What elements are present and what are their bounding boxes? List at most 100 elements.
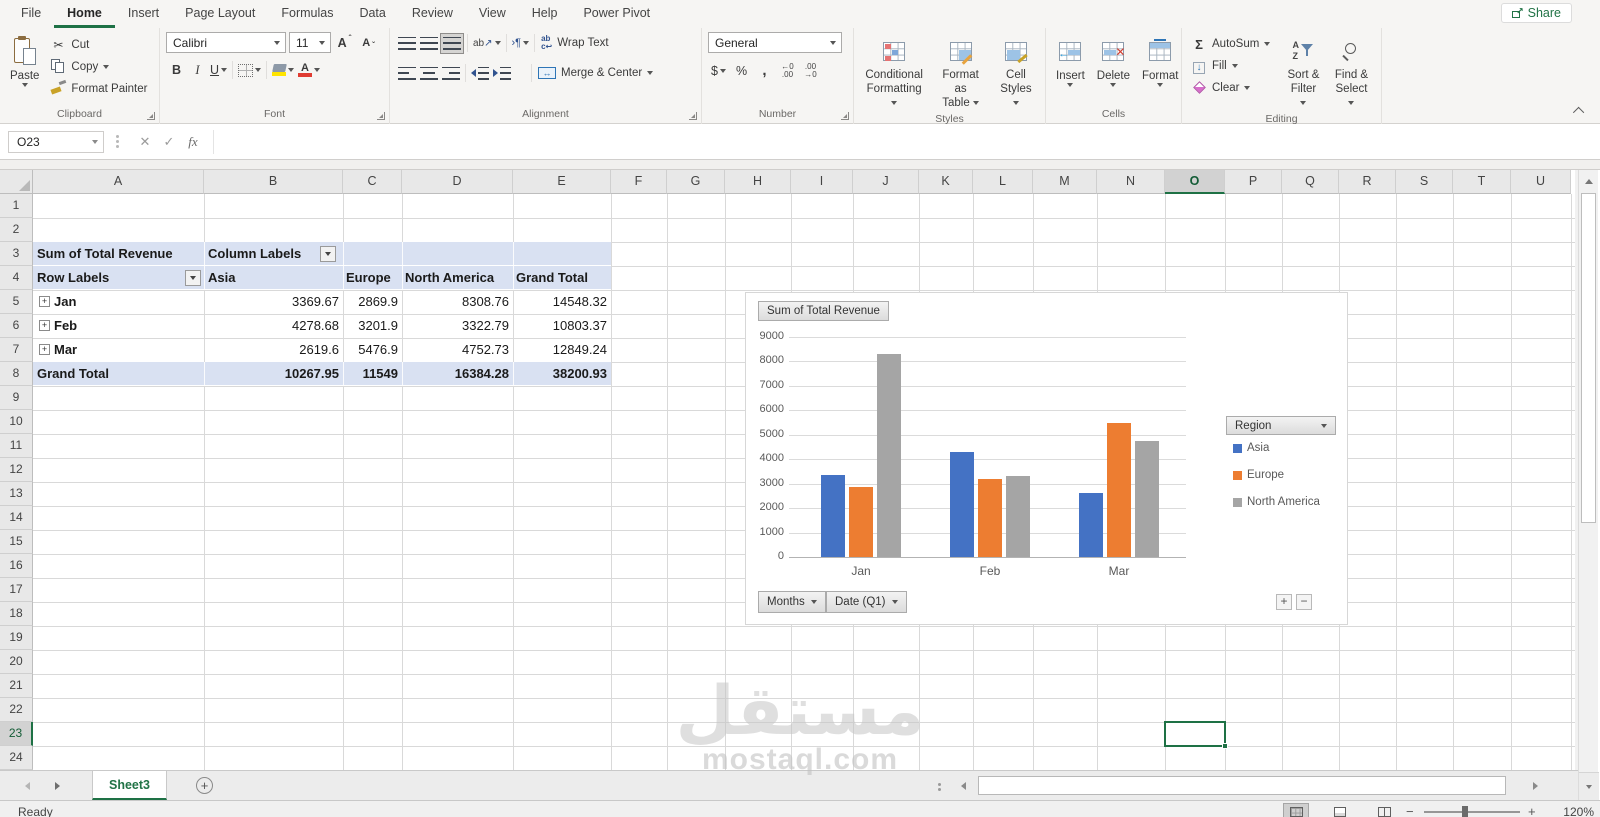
insert-cells-button[interactable]: ← Insert (1052, 32, 1089, 107)
next-sheet-button[interactable] (44, 771, 70, 801)
cut-button[interactable]: ✂ Cut (47, 34, 150, 56)
find-select-button[interactable]: Find & Select (1328, 32, 1375, 112)
ribbon-tab-view[interactable]: View (466, 0, 519, 28)
normal-view-button[interactable] (1283, 803, 1309, 817)
row-header-7[interactable]: 7 (0, 338, 33, 362)
increase-indent-button[interactable] (491, 63, 513, 84)
pivot-column-header[interactable]: Europe (346, 266, 391, 290)
column-header-c[interactable]: C (343, 170, 402, 194)
row-header-12[interactable]: 12 (0, 458, 33, 482)
tab-scrollbar-splitter[interactable] (938, 783, 941, 786)
zoom-slider-track[interactable] (1424, 811, 1520, 813)
cell-styles-button[interactable]: Cell Styles (993, 32, 1039, 112)
ribbon-tab-formulas[interactable]: Formulas (268, 0, 346, 28)
row-header-19[interactable]: 19 (0, 626, 33, 650)
pivot-value-cell[interactable]: 4752.73 (404, 338, 509, 362)
column-header-i[interactable]: I (791, 170, 853, 194)
insert-function-button[interactable]: fx (181, 134, 205, 150)
column-header-l[interactable]: L (973, 170, 1033, 194)
column-header-g[interactable]: G (667, 170, 725, 194)
fill-color-button[interactable] (270, 60, 296, 81)
pivot-value-cell[interactable]: 14548.32 (515, 290, 607, 314)
pivot-row-label[interactable]: Feb (54, 314, 77, 338)
hscroll-right-arrow[interactable] (1522, 771, 1548, 801)
row-header-23[interactable]: 23 (0, 722, 33, 746)
column-header-f[interactable]: F (611, 170, 667, 194)
ribbon-tab-home[interactable]: Home (54, 0, 115, 28)
accounting-format-button[interactable]: $ (708, 60, 729, 81)
align-left-button[interactable] (396, 63, 418, 84)
pivot-value-field-cell[interactable]: Sum of Total Revenue (37, 242, 173, 266)
text-direction-button[interactable]: ›¶ (510, 33, 532, 54)
expand-button[interactable]: + (39, 344, 50, 355)
row-header-22[interactable]: 22 (0, 698, 33, 722)
expand-button[interactable]: + (39, 320, 50, 331)
pivot-column-header[interactable]: Asia (208, 266, 235, 290)
column-header-n[interactable]: N (1097, 170, 1165, 194)
sheet-tab-sheet3[interactable]: Sheet3 (92, 771, 167, 800)
pivot-row-label[interactable]: Jan (54, 290, 76, 314)
ribbon-tab-page-layout[interactable]: Page Layout (172, 0, 268, 28)
pivot-grand-total-value[interactable]: 38200.93 (515, 362, 607, 386)
font-dialog-launcher[interactable] (377, 112, 385, 120)
pivot-row-label[interactable]: Mar (54, 338, 77, 362)
decrease-decimal-button[interactable]: .00 →0 (800, 60, 821, 81)
sort-filter-button[interactable]: AZ Sort & Filter (1283, 32, 1324, 112)
chart-axis-field-button-months[interactable]: Months (758, 591, 826, 613)
row-header-10[interactable]: 10 (0, 410, 33, 434)
increase-font-size-button[interactable]: Aˆ (334, 32, 355, 53)
borders-button[interactable] (236, 60, 263, 81)
pivot-value-cell[interactable]: 12849.24 (515, 338, 607, 362)
zoom-in-button[interactable]: + (1528, 804, 1536, 817)
pivot-column-labels-cell[interactable]: Column Labels (208, 242, 301, 266)
font-name-combo[interactable]: Calibri (166, 32, 286, 53)
row-header-15[interactable]: 15 (0, 530, 33, 554)
chart-expand-button[interactable]: + (1276, 594, 1292, 610)
row-header-13[interactable]: 13 (0, 482, 33, 506)
column-header-d[interactable]: D (402, 170, 513, 194)
hscroll-left-arrow[interactable] (950, 771, 976, 801)
align-center-button[interactable] (418, 63, 440, 84)
row-header-18[interactable]: 18 (0, 602, 33, 626)
number-dialog-launcher[interactable] (841, 112, 849, 120)
formula-input[interactable] (213, 129, 1594, 154)
pivot-column-header[interactable]: Grand Total (516, 266, 588, 290)
fill-handle[interactable] (1222, 743, 1228, 749)
clipboard-dialog-launcher[interactable] (147, 112, 155, 120)
select-all-corner[interactable] (0, 170, 33, 194)
italic-button[interactable]: I (187, 60, 208, 81)
row-header-5[interactable]: 5 (0, 290, 33, 314)
fill-button[interactable]: ↓ Fill (1188, 55, 1279, 77)
row-header-1[interactable]: 1 (0, 194, 33, 218)
chart-legend-field-button[interactable]: Region (1226, 416, 1336, 435)
zoom-level[interactable]: 120% (1548, 805, 1594, 817)
pivot-value-cell[interactable]: 2619.6 (206, 338, 339, 362)
column-header-k[interactable]: K (919, 170, 973, 194)
previous-sheet-button[interactable] (14, 771, 40, 801)
pivot-value-cell[interactable]: 2869.9 (345, 290, 398, 314)
delete-cells-button[interactable]: ✕ Delete (1093, 32, 1134, 107)
row-header-14[interactable]: 14 (0, 506, 33, 530)
vertical-scrollbar[interactable] (1578, 170, 1599, 800)
column-header-r[interactable]: R (1339, 170, 1396, 194)
clear-button[interactable]: Clear (1188, 77, 1279, 99)
font-color-button[interactable]: A (296, 60, 322, 81)
column-header-u[interactable]: U (1511, 170, 1571, 194)
chart-collapse-button[interactable]: − (1296, 594, 1312, 610)
row-header-17[interactable]: 17 (0, 578, 33, 602)
font-size-combo[interactable]: 11 (289, 32, 331, 53)
pivot-value-cell[interactable]: 5476.9 (345, 338, 398, 362)
increase-decimal-button[interactable]: ←0.00 (777, 60, 798, 81)
name-box[interactable]: O23 (8, 130, 104, 153)
column-header-h[interactable]: H (725, 170, 791, 194)
merge-center-button[interactable]: ↔ Merge & Center (535, 62, 656, 84)
column-header-p[interactable]: P (1225, 170, 1282, 194)
align-right-button[interactable] (440, 63, 462, 84)
wrap-text-button[interactable]: ab c↩ Wrap Text (538, 32, 612, 54)
column-labels-filter-button[interactable] (320, 246, 336, 262)
row-header-8[interactable]: 8 (0, 362, 33, 386)
page-break-view-button[interactable] (1371, 803, 1397, 817)
alignment-dialog-launcher[interactable] (689, 112, 697, 120)
new-sheet-button[interactable]: + (196, 777, 213, 794)
pivot-value-cell[interactable]: 3201.9 (345, 314, 398, 338)
